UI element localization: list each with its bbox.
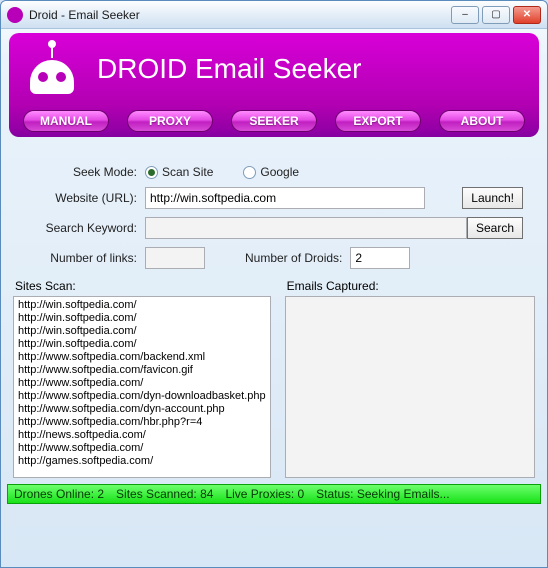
list-item[interactable]: http://www.softpedia.com/hbr.php?r=4 — [14, 416, 270, 429]
sites-scan-list[interactable]: http://win.softpedia.com/http://win.soft… — [13, 296, 271, 478]
list-item[interactable]: http://www.softpedia.com/dyn-account.php — [14, 403, 270, 416]
url-label: Website (URL): — [25, 191, 145, 205]
radio-scan-site[interactable] — [145, 166, 158, 179]
list-item[interactable]: http://www.softpedia.com/ — [14, 442, 270, 455]
launch-button[interactable]: Launch! — [462, 187, 523, 209]
tab-manual[interactable]: MANUAL — [23, 110, 109, 132]
list-item[interactable]: http://games.softpedia.com/ — [14, 455, 270, 468]
tab-bar: MANUAL PROXY SEEKER EXPORT ABOUT — [9, 105, 539, 137]
tab-seeker[interactable]: SEEKER — [231, 110, 317, 132]
list-item[interactable]: http://news.softpedia.com/ — [14, 429, 270, 442]
titlebar[interactable]: Droid - Email Seeker – ▢ ✕ — [1, 1, 547, 29]
list-item[interactable]: http://win.softpedia.com/ — [14, 299, 270, 312]
list-item[interactable]: http://win.softpedia.com/ — [14, 312, 270, 325]
url-input[interactable] — [145, 187, 425, 209]
links-input[interactable] — [145, 247, 205, 269]
radio-google-label[interactable]: Google — [260, 165, 299, 179]
status-proxies: Live Proxies: 0 — [225, 487, 304, 501]
status-bar: Drones Online: 2 Sites Scanned: 84 Live … — [7, 484, 541, 504]
search-button[interactable]: Search — [467, 217, 523, 239]
tab-proxy[interactable]: PROXY — [127, 110, 213, 132]
seek-mode-label: Seek Mode: — [25, 165, 145, 179]
list-item[interactable]: http://www.softpedia.com/dyn-downloadbas… — [14, 390, 270, 403]
close-button[interactable]: ✕ — [513, 6, 541, 24]
tab-export[interactable]: EXPORT — [335, 110, 421, 132]
list-item[interactable]: http://win.softpedia.com/ — [14, 325, 270, 338]
radio-google[interactable] — [243, 166, 256, 179]
maximize-button[interactable]: ▢ — [482, 6, 510, 24]
keyword-label: Search Keyword: — [25, 221, 145, 235]
tab-about[interactable]: ABOUT — [439, 110, 525, 132]
header-banner: DROID Email Seeker — [9, 33, 539, 105]
emails-captured-label: Emails Captured: — [285, 279, 535, 293]
window-title: Droid - Email Seeker — [29, 8, 140, 22]
list-item[interactable]: http://www.softpedia.com/ — [14, 377, 270, 390]
droids-label: Number of Droids: — [245, 251, 350, 265]
droids-input[interactable] — [350, 247, 410, 269]
emails-captured-list[interactable] — [285, 296, 535, 478]
status-drones: Drones Online: 2 — [14, 487, 104, 501]
status-scanned: Sites Scanned: 84 — [116, 487, 213, 501]
status-state: Status: Seeking Emails... — [316, 487, 449, 501]
sites-scan-label: Sites Scan: — [13, 279, 271, 293]
app-icon — [7, 7, 23, 23]
robot-icon — [27, 44, 77, 94]
radio-scan-label[interactable]: Scan Site — [162, 165, 213, 179]
list-item[interactable]: http://www.softpedia.com/favicon.gif — [14, 364, 270, 377]
banner-title: DROID Email Seeker — [97, 53, 362, 85]
minimize-button[interactable]: – — [451, 6, 479, 24]
form-area: Seek Mode: Scan Site Google Website (URL… — [25, 165, 523, 269]
window-frame: Droid - Email Seeker – ▢ ✕ DROID Email S… — [0, 0, 548, 568]
list-item[interactable]: http://win.softpedia.com/ — [14, 338, 270, 351]
list-item[interactable]: http://www.softpedia.com/backend.xml — [14, 351, 270, 364]
keyword-input[interactable] — [145, 217, 467, 239]
links-label: Number of links: — [25, 251, 145, 265]
